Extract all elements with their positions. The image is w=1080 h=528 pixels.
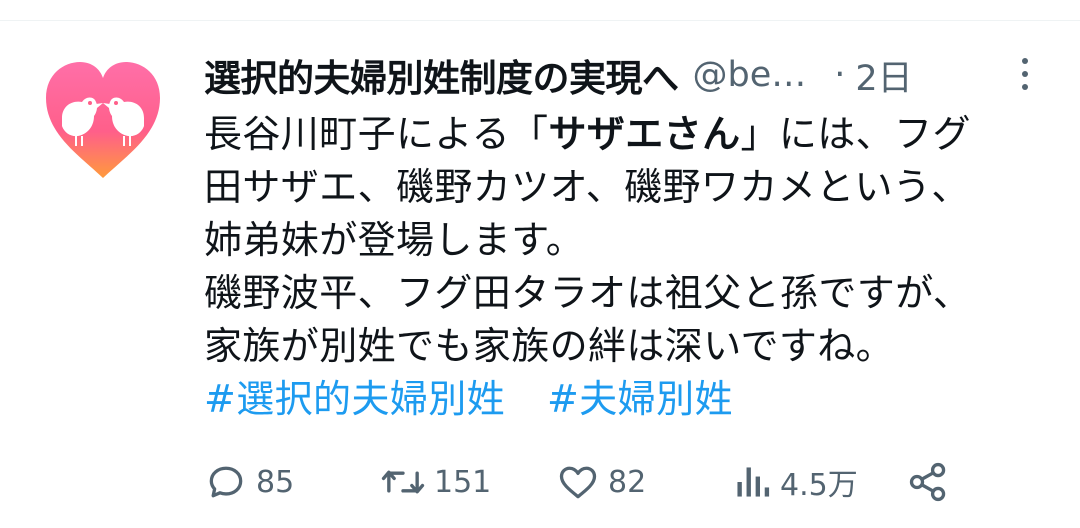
like-icon bbox=[559, 466, 597, 499]
text-segment: 長谷川町子による「 bbox=[204, 112, 549, 156]
user-handle[interactable]: @be… bbox=[693, 55, 807, 95]
text-segment: 」には、フグ bbox=[740, 112, 971, 156]
tweet-text: 長谷川町子による「サザエさん」には、フグ 田サザエ、磯野カツオ、磯野ワカメという… bbox=[204, 108, 1054, 373]
hashtag-link[interactable]: #選択的夫婦別姓 bbox=[204, 377, 505, 421]
tweet-text-line: 姉弟妹が登場します。 bbox=[204, 218, 585, 262]
avatar[interactable] bbox=[40, 56, 166, 182]
top-divider bbox=[0, 20, 1080, 21]
tweet-text-line: 磯野波平、フグ田タラオは祖父と孫ですが、 bbox=[204, 271, 972, 315]
retweet-icon bbox=[381, 470, 425, 494]
retweet-button[interactable]: 151 bbox=[380, 458, 491, 506]
hashtags: #選択的夫婦別姓 #夫婦別姓 bbox=[204, 373, 1054, 426]
hashtag-link[interactable]: #夫婦別姓 bbox=[547, 377, 733, 421]
display-name[interactable]: 選択的夫婦別姓制度の実現へ bbox=[204, 48, 679, 102]
views-count: 4.5万 bbox=[780, 468, 858, 503]
views-button[interactable]: 4.5万 bbox=[732, 458, 858, 506]
tweet-text-line: 家族が別姓でも家族の絆は深いですね。 bbox=[204, 324, 895, 368]
reply-icon bbox=[209, 466, 243, 498]
share-button[interactable] bbox=[906, 458, 950, 506]
tweet-text-line: 長谷川町子による「サザエさん」には、フグ bbox=[204, 108, 1054, 161]
bold-text-segment: サザエさん bbox=[548, 112, 741, 156]
separator-dot: · bbox=[834, 55, 846, 95]
tweet-body: 選択的夫婦別姓制度の実現へ @be… · 2日 長谷川町子による「サザエさん」に… bbox=[204, 50, 1054, 426]
reply-count: 85 bbox=[256, 464, 295, 500]
share-icon bbox=[909, 462, 946, 502]
timestamp[interactable]: 2日 bbox=[855, 50, 912, 101]
action-bar: 85 151 82 4.5万 bbox=[204, 458, 964, 506]
heart-birds-icon bbox=[46, 62, 160, 178]
views-icon bbox=[737, 467, 770, 497]
like-button[interactable]: 82 bbox=[556, 458, 646, 506]
reply-button[interactable]: 85 bbox=[204, 458, 294, 506]
like-count: 82 bbox=[608, 464, 647, 500]
tweet-header: 選択的夫婦別姓制度の実現へ @be… · 2日 bbox=[204, 50, 1054, 100]
retweet-count: 151 bbox=[434, 464, 492, 500]
tweet-text-line: 田サザエ、磯野カツオ、磯野ワカメという、 bbox=[204, 165, 970, 209]
